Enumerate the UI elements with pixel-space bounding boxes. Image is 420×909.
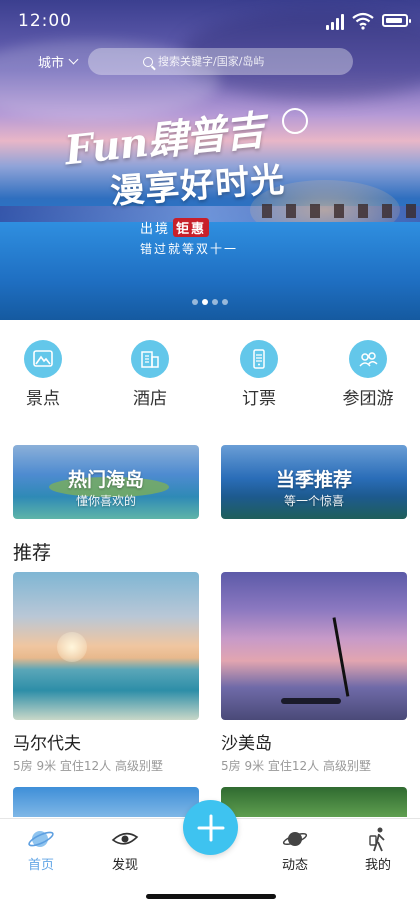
home-indicator[interactable] (146, 894, 276, 899)
app-screen: Fun肆普吉 漫享好时光 出境 钜惠 错过就等双十一 12:00 城市 搜索关键… (0, 0, 420, 909)
tab-label: 发现 (111, 858, 138, 873)
tab-home[interactable]: 首页 (6, 825, 76, 873)
tab-activity[interactable]: 动态 (260, 825, 330, 873)
destination-meta: 5房 9米 宜住12人 高级别墅 (221, 759, 371, 773)
mountain-icon (24, 340, 62, 378)
planet-icon (280, 825, 310, 853)
banner-line3: 出境 钜惠 (140, 218, 210, 237)
promo-subtitle: 等一个惊喜 (283, 494, 344, 508)
promo-subtitle: 懂你喜欢的 (75, 494, 136, 508)
search-input[interactable] (158, 55, 298, 68)
search-bar[interactable] (88, 48, 353, 75)
signal-icon (326, 14, 344, 30)
search-icon (143, 56, 153, 67)
promo-title: 热门海岛 (67, 469, 144, 491)
destination-meta: 5房 9米 宜住12人 高级别墅 (13, 759, 163, 773)
destination-title: 马尔代夫 (13, 734, 81, 754)
status-time: 12:00 (18, 11, 72, 31)
category-label: 景点 (26, 389, 60, 409)
chevron-down-icon (68, 54, 79, 65)
destination-card[interactable]: 沙美岛 5房 9米 宜住12人 高级别墅 (221, 572, 407, 774)
destination-card[interactable]: 马尔代夫 5房 9米 宜住12人 高级别墅 (13, 572, 199, 774)
battery-icon (382, 14, 411, 27)
category-scenic[interactable]: 景点 (3, 340, 83, 409)
section-title: 推荐 (13, 542, 52, 564)
city-selector[interactable]: 城市 (38, 52, 79, 71)
group-icon (349, 340, 387, 378)
tab-profile[interactable]: 我的 (343, 825, 413, 873)
tab-label: 首页 (27, 858, 54, 873)
destination-title: 沙美岛 (221, 734, 272, 754)
carousel-dot[interactable] (222, 299, 228, 305)
tab-label: 动态 (281, 858, 308, 873)
carousel-dot[interactable] (192, 299, 198, 305)
carousel-dot-active[interactable] (202, 299, 208, 305)
tab-label: 我的 (364, 858, 391, 873)
category-group-tour[interactable]: 参团游 (328, 340, 408, 409)
category-row: 景点 酒店 订票 参团游 (0, 340, 420, 410)
ticket-icon (240, 340, 278, 378)
destination-card-partial[interactable] (13, 787, 199, 817)
destination-card-partial[interactable] (221, 787, 407, 817)
promo-seasonal[interactable]: 当季推荐 等一个惊喜 (221, 445, 407, 519)
promo-hot-islands[interactable]: 热门海岛 懂你喜欢的 (13, 445, 199, 519)
banner-line3-text: 出境 (140, 222, 171, 237)
banner-seal: 钜惠 (173, 218, 210, 237)
add-button[interactable] (183, 800, 238, 855)
carousel-dots[interactable] (192, 299, 228, 305)
wifi-icon (352, 12, 374, 30)
banner-slogan: Fun肆普吉 漫享好时光 出境 钜惠 错过就等双十一 (58, 107, 318, 258)
category-label: 参团游 (342, 389, 394, 409)
eye-icon (110, 825, 140, 853)
promo-title: 当季推荐 (275, 469, 352, 491)
tab-discover[interactable]: 发现 (90, 825, 160, 873)
sun-icon (282, 108, 308, 134)
status-bar: 12:00 (0, 0, 420, 44)
destination-image (13, 572, 199, 720)
banner-line4: 错过就等双十一 (140, 242, 239, 256)
destination-image (221, 572, 407, 720)
plus-icon (197, 814, 224, 841)
traveler-icon (363, 825, 393, 853)
category-tickets[interactable]: 订票 (219, 340, 299, 409)
category-label: 酒店 (133, 389, 167, 409)
city-label: 城市 (38, 56, 65, 71)
category-hotel[interactable]: 酒店 (110, 340, 190, 409)
carousel-dot[interactable] (212, 299, 218, 305)
globe-icon (26, 825, 56, 853)
hotel-icon (131, 340, 169, 378)
category-label: 订票 (242, 389, 276, 409)
